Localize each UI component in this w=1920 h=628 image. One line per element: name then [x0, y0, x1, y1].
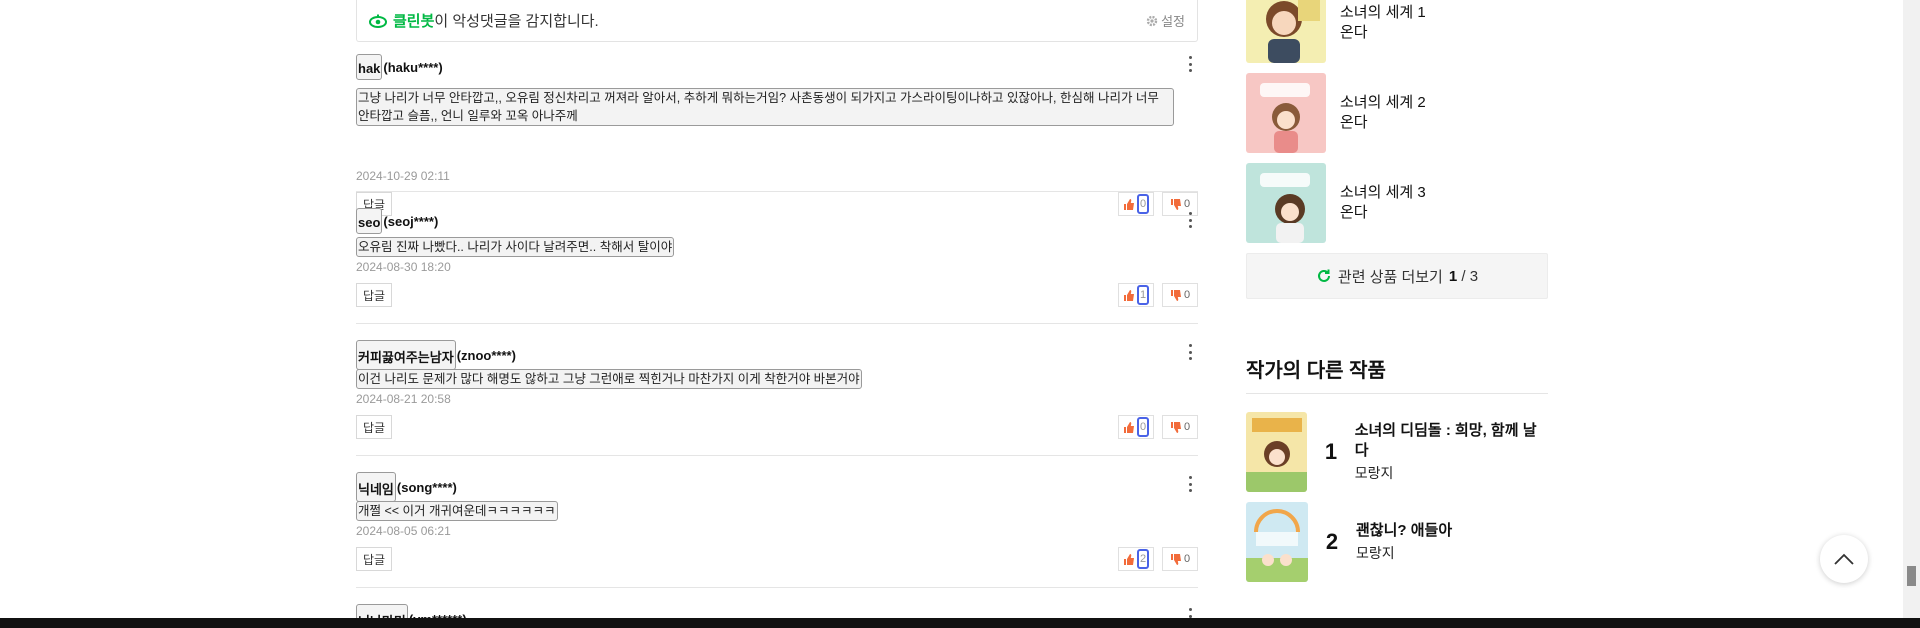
- cleanbot-message: 이 악성댓글을 감지합니다.: [434, 13, 599, 30]
- book-cover[interactable]: [1246, 412, 1308, 492]
- related-title[interactable]: 소녀의 세계 3: [1340, 183, 1426, 203]
- dislike-button[interactable]: 0: [1162, 547, 1198, 571]
- reply-button[interactable]: 답글: [356, 283, 392, 307]
- author-work-item[interactable]: 2 괜찮니? 애들아 모랑지: [1246, 502, 1452, 582]
- scroll-to-top-button[interactable]: [1820, 535, 1868, 583]
- more-options-icon[interactable]: [1184, 56, 1196, 72]
- page-scrollbar[interactable]: [1903, 0, 1920, 628]
- section-divider: [1246, 393, 1548, 394]
- book-cover[interactable]: [1246, 0, 1326, 63]
- cleanbot-brand: 클린봇: [393, 13, 435, 30]
- like-button[interactable]: 2: [1118, 547, 1154, 571]
- comment-user-id: (seoj****): [383, 213, 439, 229]
- comment-item: hak (haku****) 그냥 나리가 너무 안타깝고,, 오유림 정신차리…: [356, 42, 1198, 216]
- thumbs-up-icon: [1123, 289, 1134, 301]
- reply-button[interactable]: 답글: [356, 415, 392, 439]
- bottom-bar: [0, 618, 1920, 628]
- author-work-item[interactable]: 1 소녀의 디딤돌 : 희망, 함께 날다 모랑지: [1246, 412, 1548, 492]
- related-author: 온다: [1340, 114, 1368, 131]
- comment-nickname[interactable]: seo: [356, 208, 383, 234]
- related-title[interactable]: 소녀의 세계 2: [1340, 93, 1426, 113]
- book-cover[interactable]: [1246, 163, 1326, 243]
- related-item[interactable]: 소녀의 세계 3 온다: [1246, 163, 1426, 243]
- like-count: 0: [1136, 417, 1150, 437]
- scrollbar-thumb[interactable]: [1907, 566, 1916, 586]
- comment-date: 2024-08-30 18:20: [356, 260, 451, 274]
- comment-author: seo (seoj****): [356, 208, 438, 234]
- related-author: 온다: [1340, 204, 1368, 221]
- thumbs-down-icon: [1170, 421, 1181, 433]
- more-options-icon[interactable]: [1184, 476, 1196, 492]
- comment-section: 클린봇 이 악성댓글을 감지합니다. 설정 hak (haku****) 그냥 …: [356, 0, 1198, 628]
- more-options-icon[interactable]: [1184, 212, 1196, 228]
- comment-user-id: (song****): [396, 479, 457, 495]
- related-more-button[interactable]: 관련 상품 더보기 1 / 3: [1246, 253, 1548, 299]
- comment-user-id: (znoo****): [456, 347, 516, 363]
- comment-text: 그냥 나리가 너무 안타깝고,, 오유림 정신차리고 꺼져라 알아서, 추하게 …: [356, 88, 1174, 126]
- dislike-count: 0: [1183, 421, 1191, 433]
- gear-icon: [1146, 15, 1158, 26]
- work-author: 모랑지: [1354, 465, 1394, 481]
- like-count: 1: [1136, 285, 1150, 305]
- cleanbot-settings-button[interactable]: 설정: [1146, 11, 1185, 30]
- comment-nickname[interactable]: hak: [356, 54, 383, 80]
- related-author: 온다: [1340, 24, 1368, 41]
- book-cover[interactable]: [1246, 502, 1308, 582]
- dislike-count: 0: [1183, 553, 1191, 565]
- refresh-icon: [1317, 269, 1330, 282]
- work-author: 모랑지: [1356, 545, 1395, 561]
- thumbs-up-icon: [1123, 421, 1134, 433]
- comment-date: 2024-10-29 02:11: [356, 169, 450, 183]
- cleanbot-icon: [369, 14, 387, 28]
- author-works-title: 작가의 다른 작품: [1246, 360, 1386, 382]
- work-rank: 1: [1324, 439, 1338, 464]
- dislike-button[interactable]: 0: [1162, 415, 1198, 439]
- book-cover[interactable]: [1246, 73, 1326, 153]
- comment-item: 닉네임 (song****) 개쩔 << 이거 개귀여운데ㅋㅋㅋㅋㅋㅋ 2024…: [356, 456, 1198, 588]
- comment-author: 닉네임 (song****): [356, 472, 457, 502]
- work-title[interactable]: 소녀의 디딤돌 : 희망, 함께 날다: [1355, 421, 1548, 461]
- comment-text: 오유림 진짜 나빴다.. 나리가 사이다 날려주면.. 착해서 탈이야: [356, 237, 675, 257]
- thumbs-down-icon: [1170, 553, 1181, 565]
- comment-text: 개쩔 << 이거 개귀여운데ㅋㅋㅋㅋㅋㅋ: [356, 501, 558, 521]
- comment-item: seo (seoj****) 오유림 진짜 나빴다.. 나리가 사이다 날려주면…: [356, 192, 1198, 324]
- like-count: 2: [1136, 549, 1150, 569]
- comment-item: 커피끓여주는남자 (znoo****) 이건 나리도 문제가 많다 해명도 않하…: [356, 324, 1198, 456]
- like-button[interactable]: 1: [1118, 283, 1154, 307]
- related-page-indicator: 1 / 3: [1449, 268, 1478, 285]
- settings-label: 설정: [1161, 14, 1185, 29]
- comment-author: 커피끓여주는남자 (znoo****): [356, 340, 516, 370]
- dislike-count: 0: [1183, 289, 1191, 301]
- chevron-up-icon: [1834, 553, 1854, 565]
- related-item[interactable]: 소녀의 세계 1 온다: [1246, 0, 1426, 63]
- dislike-button[interactable]: 0: [1162, 283, 1198, 307]
- comment-user-id: (haku****): [383, 59, 443, 75]
- related-item[interactable]: 소녀의 세계 2 온다: [1246, 73, 1426, 153]
- comment-nickname[interactable]: 닉네임: [356, 472, 396, 502]
- comment-author: hak (haku****): [356, 54, 443, 80]
- comment-nickname[interactable]: 커피끓여주는남자: [356, 340, 456, 370]
- comment-date: 2024-08-21 20:58: [356, 392, 451, 406]
- work-title[interactable]: 괜찮니? 애들아: [1356, 521, 1452, 541]
- work-rank: 2: [1325, 529, 1339, 554]
- page-current: 1: [1448, 267, 1458, 285]
- like-button[interactable]: 0: [1118, 415, 1154, 439]
- thumbs-down-icon: [1170, 289, 1181, 301]
- page-separator: /: [1457, 267, 1470, 285]
- related-more-label: 관련 상품 더보기: [1337, 268, 1443, 286]
- thumbs-up-icon: [1123, 553, 1134, 565]
- cleanbot-banner: 클린봇 이 악성댓글을 감지합니다. 설정: [356, 0, 1198, 42]
- page-total: 3: [1469, 267, 1479, 285]
- more-options-icon[interactable]: [1184, 344, 1196, 360]
- comment-date: 2024-08-05 06:21: [356, 524, 451, 538]
- related-title[interactable]: 소녀의 세계 1: [1340, 3, 1426, 23]
- reply-button[interactable]: 답글: [356, 547, 392, 571]
- comment-text: 이건 나리도 문제가 많다 해명도 않하고 그냥 그런애로 찍힌거나 마찬가지 …: [356, 369, 862, 389]
